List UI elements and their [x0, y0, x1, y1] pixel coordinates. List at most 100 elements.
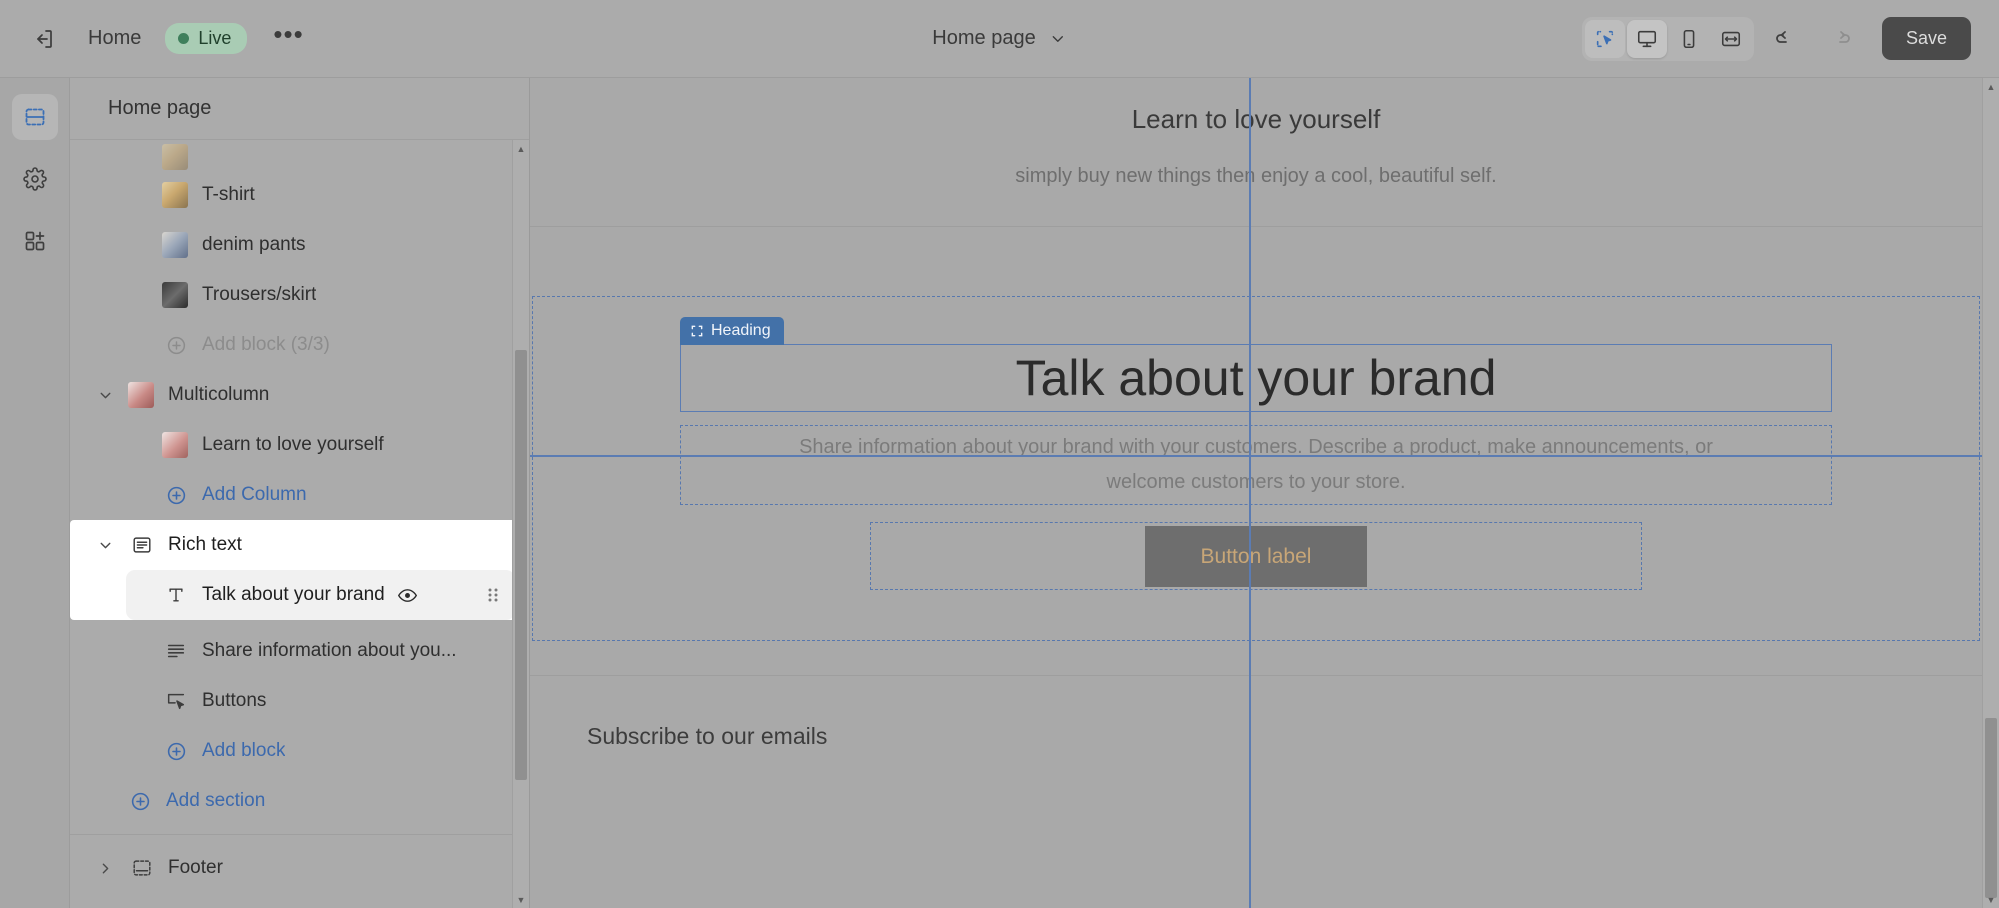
tree-row-share-information[interactable]: Share information about you...	[70, 626, 529, 676]
tree-row-rich-text[interactable]: Rich text	[70, 520, 529, 570]
block-type-badge-label: Heading	[711, 322, 771, 339]
tree-row-label: Learn to love yourself	[202, 434, 384, 455]
more-options-button[interactable]: •••	[265, 21, 311, 57]
canvas-subscribe-heading: Subscribe to our emails	[587, 723, 828, 749]
resize-brackets-icon	[690, 324, 704, 338]
paragraph-icon	[162, 640, 190, 662]
exit-icon[interactable]	[24, 19, 64, 59]
tree-row-label: Add block (3/3)	[202, 334, 330, 355]
scroll-down-arrow-icon[interactable]: ▼	[1983, 891, 1999, 908]
live-dot-icon	[178, 33, 190, 44]
desktop-view-button[interactable]	[1626, 19, 1667, 58]
tree-row-label: Share information about you...	[202, 640, 457, 661]
footer-icon	[128, 857, 156, 879]
canvas-scrollbar[interactable]: ▲ ▼	[1982, 78, 1999, 908]
tree-row-denim-pants[interactable]: denim pants	[70, 220, 529, 270]
fullwidth-view-button[interactable]	[1711, 20, 1751, 58]
tree-row-tshirt[interactable]: T-shirt	[70, 170, 529, 220]
tree-scroll-region: T-shirt denim pants Trousers/skirt Add b…	[70, 140, 529, 908]
tree-row-talk-about-your-brand[interactable]: Talk about your brand	[126, 570, 515, 620]
scroll-up-arrow-icon[interactable]: ▲	[1983, 78, 1999, 95]
buttons-block-outline[interactable]: Button label	[870, 522, 1642, 590]
tree-row-add-section[interactable]: Add section	[70, 776, 529, 826]
live-label: Live	[198, 28, 232, 48]
mobile-view-button[interactable]	[1669, 20, 1709, 58]
canvas-divider-lower	[530, 675, 1982, 676]
view-mode-group	[1581, 16, 1754, 61]
rich-text-section-outline[interactable]: Heading Talk about your brand Share info…	[532, 296, 1980, 641]
button-icon	[162, 690, 190, 712]
preview-canvas-wrap: Learn to love yourself simply buy new th…	[530, 78, 1999, 908]
save-button[interactable]: Save	[1881, 17, 1971, 60]
undo-icon	[1774, 27, 1798, 51]
tree-row-trousers-skirt[interactable]: Trousers/skirt	[70, 270, 529, 320]
tree-row-multicolumn[interactable]: Multicolumn	[70, 370, 529, 420]
tree-row-partial[interactable]	[70, 144, 529, 170]
heading-block-selected[interactable]: Heading Talk about your brand	[680, 317, 1832, 412]
tree-row-add-block[interactable]: Add block	[70, 726, 529, 776]
block-thumbnail-icon	[162, 282, 188, 308]
page-selector[interactable]: Home page	[932, 27, 1066, 50]
sections-icon	[23, 105, 47, 129]
tree-row-buttons[interactable]: Buttons	[70, 676, 529, 726]
mobile-icon	[1678, 28, 1700, 50]
preview-cta-button[interactable]: Button label	[1144, 525, 1368, 587]
tree-row-label: Rich text	[168, 534, 242, 555]
text-t-icon	[162, 585, 190, 605]
toolbar-right-group: Save	[1581, 16, 1999, 61]
tree-scrollbar[interactable]: ▲ ▼	[512, 140, 529, 908]
redo-button[interactable]	[1818, 19, 1862, 59]
toolbar-left-group: Home Live •••	[0, 19, 312, 59]
block-thumbnail-icon	[162, 182, 188, 208]
canvas-section-heading: Learn to love yourself	[1131, 104, 1381, 134]
eye-icon[interactable]	[397, 585, 418, 606]
scroll-up-arrow-icon[interactable]: ▲	[513, 140, 529, 157]
canvas-paragraph-line-2: welcome customers to your store.	[1106, 471, 1406, 493]
scroll-down-arrow-icon[interactable]: ▼	[513, 891, 529, 908]
status-badge-live[interactable]: Live	[165, 23, 248, 54]
select-cursor-icon	[1594, 28, 1616, 50]
tree-selected-child: Talk about your brand	[126, 570, 515, 620]
editor-body: Home page T-shirt denim pants Trousers/s…	[0, 78, 1999, 908]
sections-rail-item[interactable]	[11, 94, 58, 140]
canvas-paragraph-line-1: Share information about your brand with …	[799, 436, 1713, 458]
chevron-down-icon[interactable]	[92, 387, 118, 404]
apps-rail-item[interactable]	[12, 218, 58, 264]
desktop-icon	[1636, 28, 1658, 50]
preview-canvas[interactable]: Learn to love yourself simply buy new th…	[530, 78, 1982, 908]
undo-button[interactable]	[1764, 19, 1808, 59]
canvas-top-section: Learn to love yourself simply buy new th…	[530, 78, 1982, 227]
plus-circle-icon	[126, 791, 154, 812]
tree-list: T-shirt denim pants Trousers/skirt Add b…	[70, 144, 529, 903]
settings-rail-item[interactable]	[12, 156, 58, 202]
block-thumbnail-icon	[162, 432, 188, 458]
tree-row-footer[interactable]: Footer	[70, 843, 529, 893]
theme-editor-app: Home Live ••• Home page Save Home page T…	[0, 0, 1999, 908]
fullwidth-icon	[1720, 28, 1742, 50]
tree-row-label: Add Column	[202, 484, 307, 505]
plus-circle-icon	[162, 741, 190, 762]
tree-row-label: Add block	[202, 740, 286, 761]
tree-row-label: Buttons	[202, 690, 267, 711]
plus-circle-icon	[162, 335, 190, 356]
chevron-down-icon[interactable]	[92, 537, 118, 554]
tree-row-label: Talk about your brand	[202, 584, 385, 605]
inspector-tool-button[interactable]	[1584, 19, 1625, 58]
tree-row-learn-to-love-yourself[interactable]: Learn to love yourself	[70, 420, 529, 470]
tree-scrollbar-thumb[interactable]	[515, 350, 527, 780]
tree-row-add-column[interactable]: Add Column	[70, 470, 529, 520]
tree-row-label: denim pants	[202, 234, 306, 255]
redo-icon	[1828, 27, 1852, 51]
tree-row-add-block-limit[interactable]: Add block (3/3)	[70, 320, 529, 370]
block-thumbnail-icon	[162, 144, 188, 170]
paragraph-block-outline[interactable]: Share information about your brand with …	[680, 425, 1832, 505]
drag-handle-icon[interactable]	[485, 585, 501, 605]
tree-row-label: Multicolumn	[168, 384, 270, 405]
tree-row-label: Footer	[168, 857, 223, 878]
apps-add-icon	[23, 229, 47, 253]
section-tree-panel: Home page T-shirt denim pants Trousers/s…	[70, 78, 530, 908]
top-toolbar: Home Live ••• Home page Save	[0, 0, 1999, 78]
chevron-right-icon[interactable]	[92, 860, 118, 877]
home-breadcrumb[interactable]: Home	[82, 23, 147, 54]
canvas-scrollbar-thumb[interactable]	[1985, 718, 1997, 898]
